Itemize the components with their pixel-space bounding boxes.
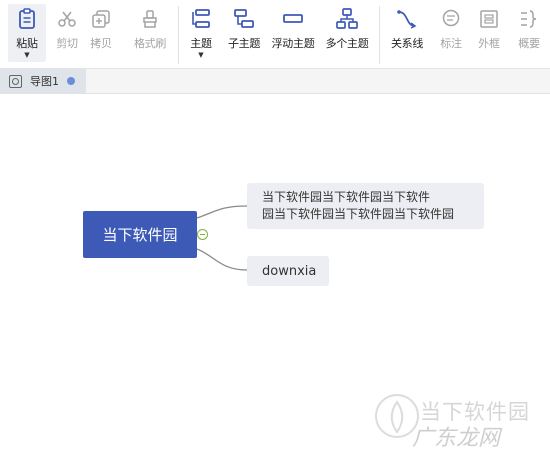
subtopic-node[interactable]: downxia	[247, 256, 329, 286]
subtopic-text-line1: 当下软件园当下软件园当下软件	[262, 190, 431, 204]
subtopic-text-line2: 园当下软件园当下软件园当下软件园	[262, 207, 455, 221]
watermark-text: 广东龙网	[412, 426, 501, 451]
subtopic-text: downxia	[262, 263, 317, 279]
subtopic-node[interactable]: 当下软件园当下软件园当下软件 园当下软件园当下软件园当下软件园	[247, 183, 484, 229]
collapse-toggle-icon[interactable]	[197, 229, 208, 240]
central-topic-text: 当下软件园	[102, 226, 178, 244]
central-topic[interactable]: 当下软件园	[83, 211, 197, 258]
